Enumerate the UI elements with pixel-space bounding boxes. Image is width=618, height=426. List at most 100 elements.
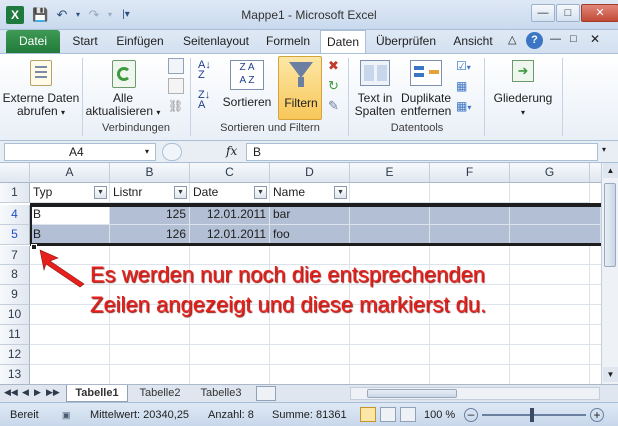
tab-page-layout[interactable]: Seitenlayout xyxy=(176,30,256,53)
connections-icon[interactable] xyxy=(168,58,184,74)
horizontal-scrollbar-thumb[interactable] xyxy=(367,389,457,398)
zoom-slider[interactable] xyxy=(482,414,586,416)
column-header-c[interactable]: C xyxy=(190,163,270,183)
formula-input[interactable]: B xyxy=(246,143,598,161)
name-box[interactable]: A4 ▾ xyxy=(4,143,156,161)
consolidate-icon[interactable]: ▦ xyxy=(456,78,478,94)
maximize-button[interactable]: □ xyxy=(556,4,580,22)
ribbon-restore-icon[interactable]: □ xyxy=(570,33,577,45)
ribbon-minimize-icon[interactable]: — xyxy=(550,33,561,45)
refresh-all-button[interactable]: Alle aktualisieren ▾ xyxy=(84,56,162,120)
name-box-dropdown-icon[interactable]: ▾ xyxy=(145,144,149,160)
zoom-level[interactable]: 100 % xyxy=(424,408,455,422)
scroll-up-icon[interactable]: ▲ xyxy=(603,163,618,178)
vertical-scrollbar[interactable]: ▲ ▼ xyxy=(601,163,618,384)
close-button[interactable]: ✕ xyxy=(581,4,618,22)
what-if-analysis-icon[interactable]: ▦▾ xyxy=(456,98,478,114)
group-label-data-tools: Datentools xyxy=(390,122,444,134)
filter-active-icon[interactable]: ▼ xyxy=(94,186,107,199)
header-cell-typ[interactable]: Typ ▼ xyxy=(30,183,110,203)
header-cell-name[interactable]: Name ▼ xyxy=(270,183,350,203)
grid-cell[interactable] xyxy=(510,183,590,203)
formula-bar: A4 ▾ fx B ▾ xyxy=(0,141,618,163)
sort-button[interactable]: Z AA Z Sortieren xyxy=(222,56,272,120)
filter-button[interactable]: Filtern xyxy=(278,56,322,120)
sort-za-icon[interactable]: Z↓ A xyxy=(198,90,218,112)
column-header-a[interactable]: A xyxy=(30,163,110,183)
row-header-1[interactable]: 1 xyxy=(0,183,30,203)
column-header-g[interactable]: G xyxy=(510,163,590,183)
row-header-12[interactable]: 12 xyxy=(0,345,30,365)
help-icon[interactable]: ? xyxy=(526,32,543,49)
expand-formula-bar-icon[interactable]: ▾ xyxy=(602,145,606,154)
tab-formulas[interactable]: Formeln xyxy=(260,30,316,53)
row-header-7[interactable]: 7 xyxy=(0,246,30,265)
scrollbar-thumb[interactable] xyxy=(604,183,616,267)
grid-cell[interactable] xyxy=(430,183,510,203)
collapse-ribbon-icon[interactable]: △ xyxy=(508,33,516,46)
tab-review[interactable]: Überprüfen xyxy=(370,30,442,53)
zoom-out-icon[interactable]: – xyxy=(464,408,478,422)
header-cell-date[interactable]: Date ▼ xyxy=(190,183,270,203)
text-to-columns-button[interactable]: Text in Spalten xyxy=(352,56,398,120)
reapply-filter-icon[interactable]: ↻ xyxy=(328,78,344,94)
tab-view[interactable]: Ansicht xyxy=(446,30,500,53)
tab-file[interactable]: Datei xyxy=(6,30,60,53)
filter-dropdown-icon[interactable]: ▼ xyxy=(254,186,267,199)
sheet-next-icon[interactable]: ▶ xyxy=(34,387,41,398)
column-header-d[interactable]: D xyxy=(270,163,350,183)
column-header-e[interactable]: E xyxy=(350,163,430,183)
select-all-corner[interactable] xyxy=(0,163,30,183)
refresh-icon xyxy=(112,60,136,88)
row-header-13[interactable]: 13 xyxy=(0,365,30,384)
formula-bar-resize-handle[interactable] xyxy=(162,143,182,161)
sheet-tab-tabelle1[interactable]: Tabelle1 xyxy=(66,385,128,402)
row-header-9[interactable]: 9 xyxy=(0,285,30,305)
page-layout-view-icon[interactable] xyxy=(380,407,396,422)
remove-duplicates-button[interactable]: Duplikate entfernen xyxy=(400,56,452,120)
external-data-icon xyxy=(30,60,52,86)
insert-function-button[interactable]: fx xyxy=(226,144,237,158)
row-header-8[interactable]: 8 xyxy=(0,265,30,285)
tab-data[interactable]: Daten xyxy=(320,30,366,53)
zoom-in-icon[interactable]: + xyxy=(590,408,604,422)
row-header-5[interactable]: 5 xyxy=(0,225,30,245)
sheet-tab-tabelle2[interactable]: Tabelle2 xyxy=(132,385,188,402)
title-bar: X 💾 ↶ ▾ ↷ ▾ |▾ Mappe1 - Microsoft Excel … xyxy=(0,0,618,30)
sheet-first-icon[interactable]: ◀◀ xyxy=(4,387,18,398)
scroll-down-icon[interactable]: ▼ xyxy=(603,367,618,382)
insert-sheet-icon[interactable] xyxy=(256,386,276,401)
column-header-h[interactable] xyxy=(590,163,601,183)
tab-home[interactable]: Start xyxy=(66,30,104,53)
grid-cell[interactable] xyxy=(350,183,430,203)
tab-insert[interactable]: Einfügen xyxy=(108,30,172,53)
row-header-11[interactable]: 11 xyxy=(0,325,30,345)
minimize-button[interactable]: — xyxy=(531,4,555,22)
outline-button[interactable]: ➜ Gliederung ▾ xyxy=(488,56,558,120)
sheet-prev-icon[interactable]: ◀ xyxy=(22,387,29,398)
normal-view-icon[interactable] xyxy=(360,407,376,422)
clear-filter-icon[interactable]: ✖ xyxy=(328,58,344,74)
page-break-view-icon[interactable] xyxy=(400,407,416,422)
horizontal-scrollbar[interactable] xyxy=(350,387,600,400)
filter-dropdown-icon[interactable]: ▼ xyxy=(334,186,347,199)
column-header-f[interactable]: F xyxy=(430,163,510,183)
row-header-10[interactable]: 10 xyxy=(0,305,30,325)
column-header-b[interactable]: B xyxy=(110,163,190,183)
header-cell-listnr[interactable]: Listnr ▼ xyxy=(110,183,190,203)
sheet-tab-tabelle3[interactable]: Tabelle3 xyxy=(192,385,250,402)
filter-dropdown-icon[interactable]: ▼ xyxy=(174,186,187,199)
advanced-filter-icon[interactable]: ✎ xyxy=(328,98,344,114)
row-header-4[interactable]: 4 xyxy=(0,205,30,225)
get-external-data-button[interactable]: Externe Daten abrufen ▾ xyxy=(2,56,80,120)
sheet-last-icon[interactable]: ▶▶ xyxy=(46,387,60,398)
window-title: Mappe1 - Microsoft Excel xyxy=(241,8,377,22)
sheet-tabs-bar: ◀◀ ◀ ▶ ▶▶ Tabelle1 Tabelle2 Tabelle3 xyxy=(0,384,618,402)
workbook-close-icon[interactable]: ✕ xyxy=(590,32,600,46)
funnel-icon xyxy=(289,62,313,78)
properties-icon[interactable] xyxy=(168,78,184,94)
data-validation-icon[interactable]: ☑▾ xyxy=(456,58,478,74)
zoom-slider-thumb[interactable] xyxy=(530,408,534,422)
sort-az-icon[interactable]: A↓ Z xyxy=(198,60,218,82)
macro-record-icon[interactable]: ▣ xyxy=(62,408,71,422)
